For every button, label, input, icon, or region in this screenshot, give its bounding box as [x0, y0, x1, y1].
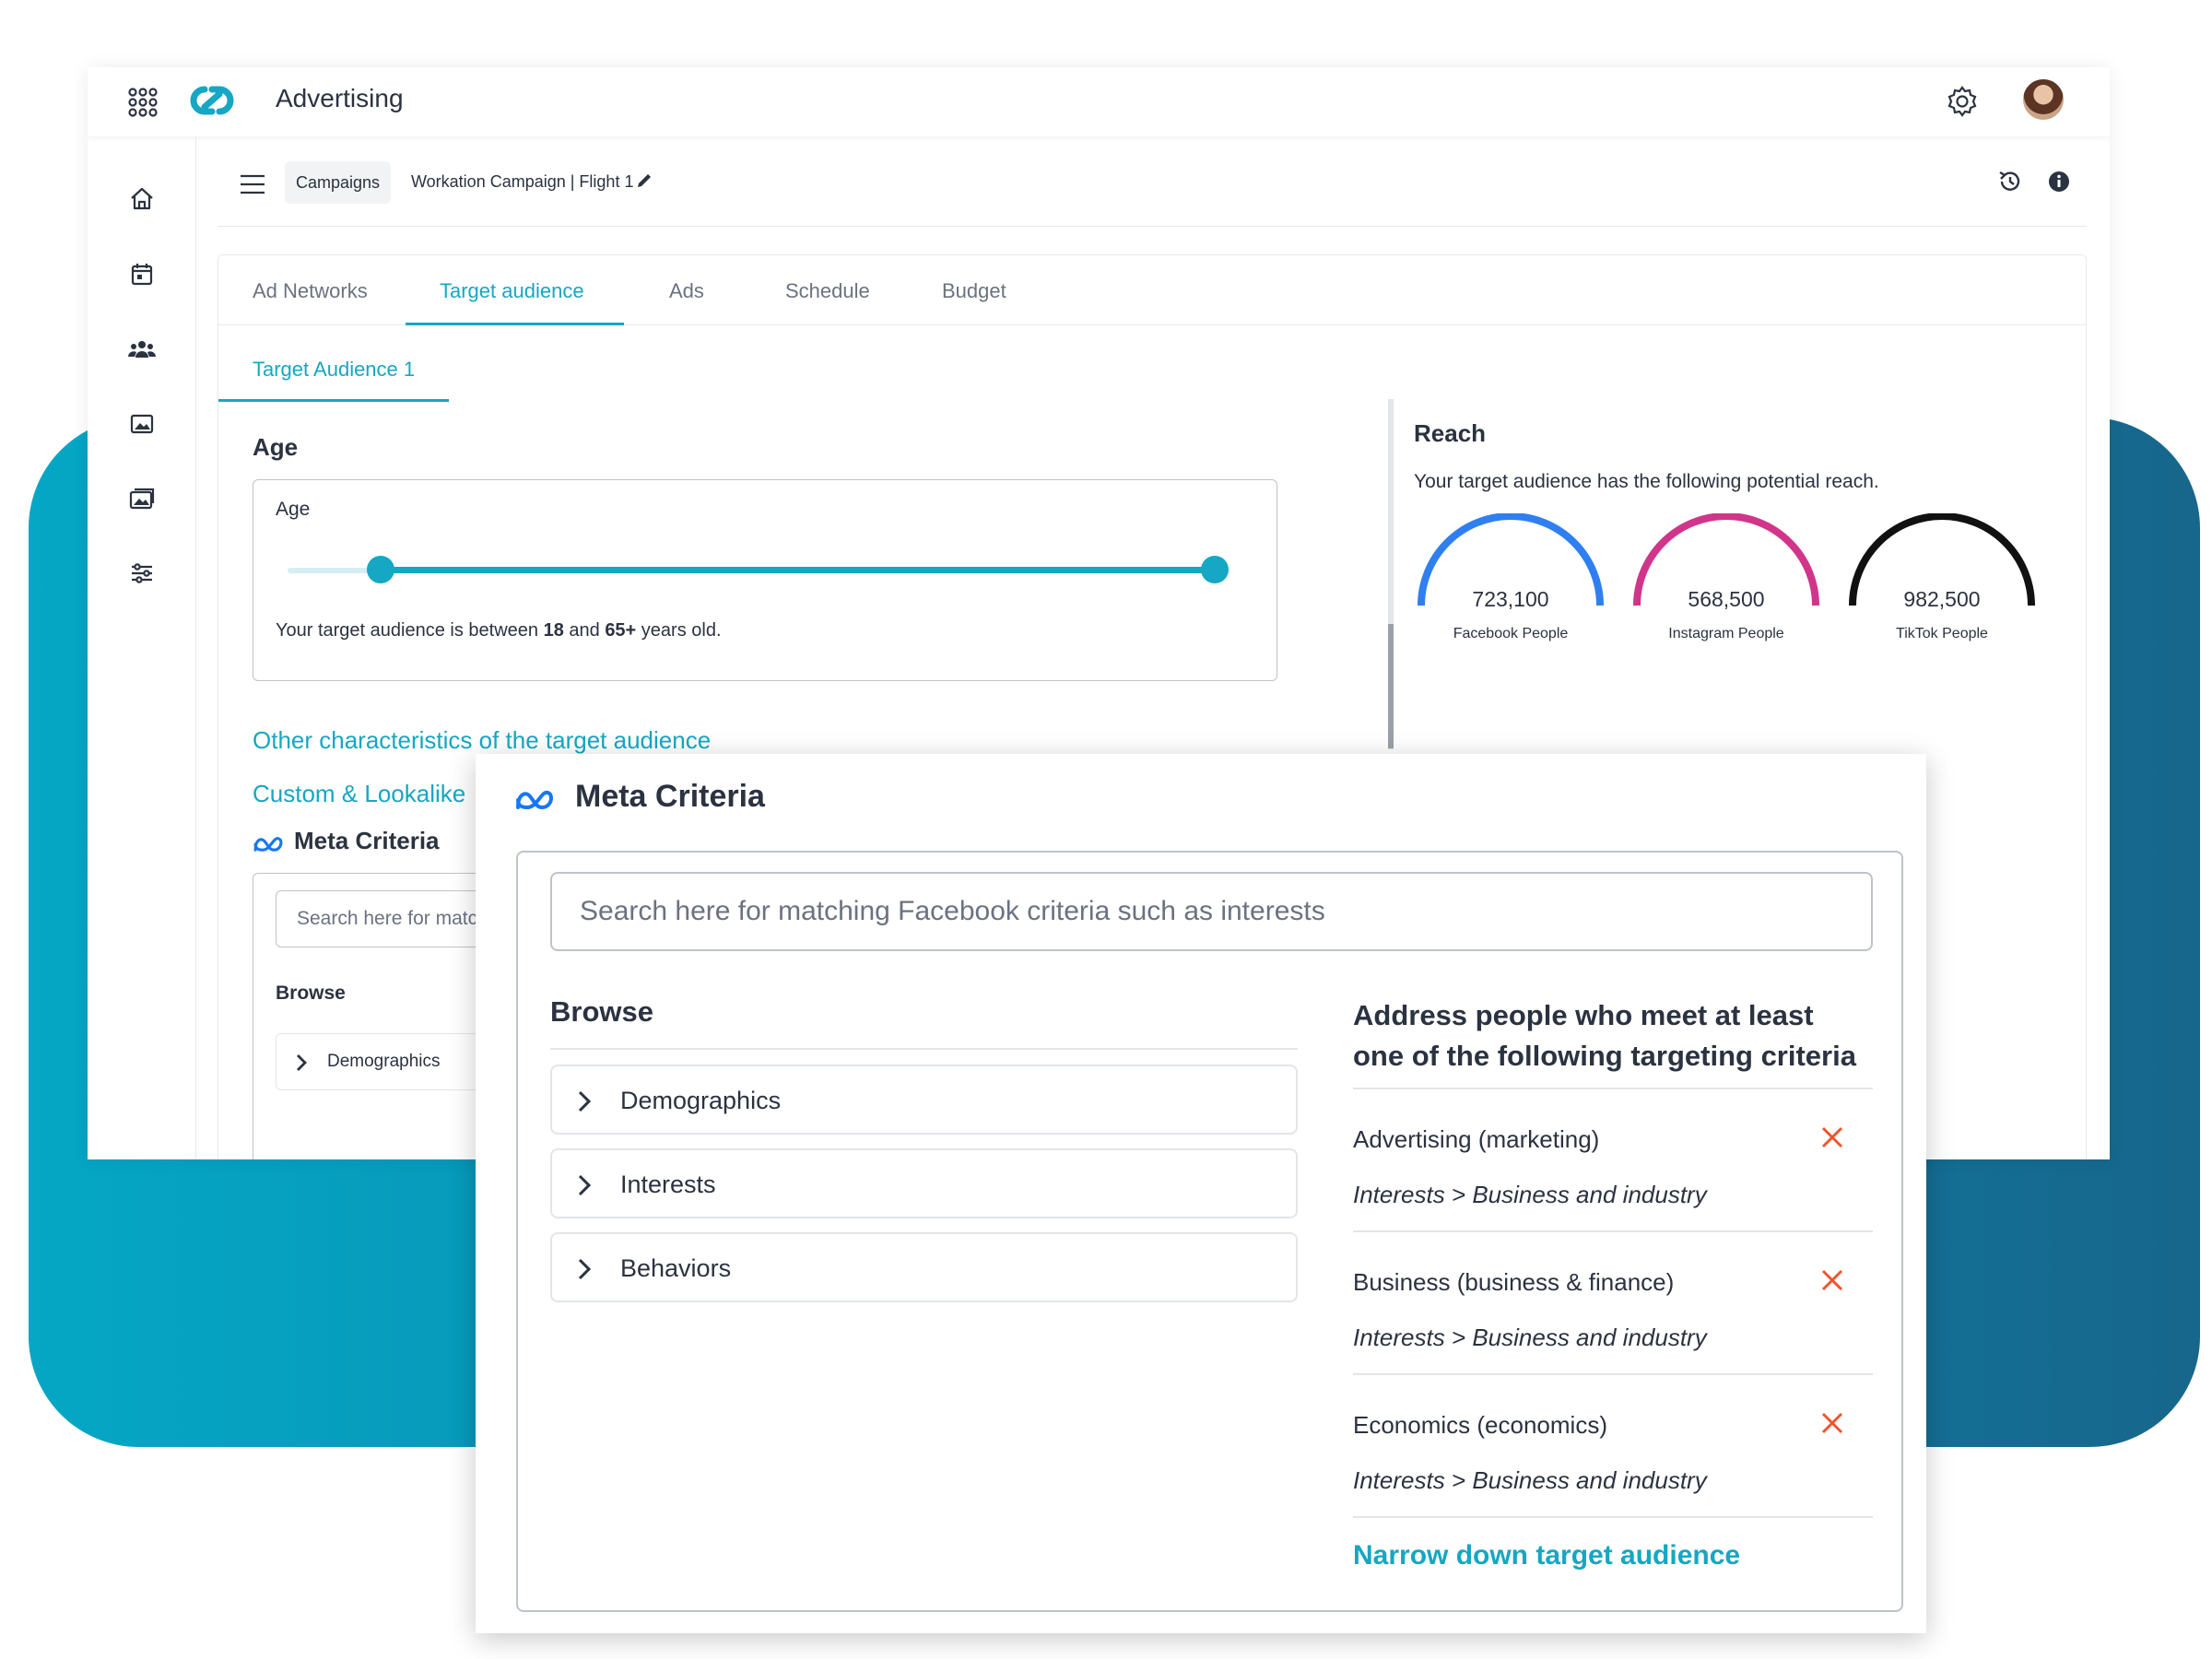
age-max-value: 65+	[605, 620, 637, 641]
chevron-right-icon	[297, 1054, 307, 1071]
gallery-icon[interactable]	[126, 483, 158, 514]
active-tab-indicator	[406, 323, 624, 325]
criterion-name: Business (business & finance)	[1353, 1268, 1675, 1296]
instagram-reach-label: Instagram People	[1668, 626, 1784, 641]
settings-sliders-icon[interactable]	[126, 558, 158, 589]
browse-item-interests[interactable]: Interests	[550, 1148, 1298, 1218]
brand-logo-icon[interactable]	[184, 82, 240, 119]
breadcrumb-divider	[218, 226, 2087, 227]
age-slider-min-handle[interactable]	[367, 556, 394, 583]
meta-criteria-panel-box: Search here for matching Facebook criter…	[516, 851, 1903, 1612]
browse-divider	[550, 1048, 1298, 1050]
meta-criteria-panel-title: Meta Criteria	[575, 779, 765, 814]
top-bar: Advertising	[88, 67, 2110, 136]
reach-description: Your target audience has the following p…	[1414, 471, 1879, 492]
browse-item-label: Demographics	[620, 1087, 782, 1114]
criterion-path: Interests > Business and industry	[1353, 1181, 1707, 1208]
age-description: Your target audience is between 18 and 6…	[276, 620, 722, 641]
narrow-down-audience-link[interactable]: Narrow down target audience	[1353, 1540, 1740, 1571]
panel-scrollbar-thumb[interactable]	[1388, 624, 1394, 748]
reach-title: Reach	[1414, 419, 1487, 447]
other-characteristics-link[interactable]: Other characteristics of the target audi…	[253, 726, 711, 755]
age-slider-max-handle[interactable]	[1201, 556, 1229, 583]
app-title: Advertising	[276, 84, 404, 112]
tab-bar: Ad Networks Target audience Ads Schedule…	[218, 255, 2086, 325]
tiktok-reach-label: TikTok People	[1896, 626, 1988, 641]
chevron-right-icon	[578, 1090, 592, 1112]
age-min-value: 18	[543, 620, 564, 641]
user-avatar[interactable]	[2023, 79, 2064, 120]
facebook-criteria-search-input[interactable]: Search here for matching Facebook criter…	[550, 872, 1873, 951]
chevron-right-icon	[578, 1258, 592, 1280]
age-box-label: Age	[276, 499, 311, 520]
facebook-reach-gauge: 723,100 Facebook People	[1414, 512, 1607, 652]
calendar-icon[interactable]	[126, 259, 158, 290]
targeting-criteria-title: Address people who meet at least one of …	[1353, 999, 1856, 1072]
age-box: Age Your target audience is between 18 a…	[253, 479, 1277, 681]
meta-criteria-panel: Meta Criteria Search here for matching F…	[476, 754, 1926, 1633]
tiktok-reach-value: 982,500	[1903, 587, 1981, 611]
breadcrumb-current: Workation Campaign | Flight 1	[411, 172, 634, 191]
remove-criterion-icon[interactable]	[1820, 1125, 1844, 1149]
meta-logo-icon	[516, 790, 554, 810]
gear-icon[interactable]	[1945, 84, 1980, 119]
age-section-title: Age	[253, 433, 299, 461]
instagram-reach-gauge: 568,500 Instagram People	[1630, 512, 1823, 652]
criterion-name: Economics (economics)	[1353, 1411, 1607, 1439]
menu-icon[interactable]	[239, 173, 266, 195]
app-grid-icon[interactable]	[126, 86, 159, 119]
remove-criterion-icon[interactable]	[1820, 1268, 1844, 1292]
browse-title: Browse	[276, 982, 346, 1004]
meta-logo-icon	[253, 837, 283, 852]
subtab-target-audience-1[interactable]: Target Audience 1	[253, 358, 415, 382]
criteria-divider	[1353, 1516, 1873, 1518]
sidebar	[88, 136, 196, 1159]
age-slider-range[interactable]	[380, 567, 1214, 573]
tiktok-reach-gauge: 982,500 TikTok People	[1845, 512, 2039, 652]
browse-item-demographics[interactable]: Demographics	[550, 1065, 1298, 1135]
facebook-reach-label: Facebook People	[1453, 626, 1569, 641]
tab-budget[interactable]: Budget	[942, 279, 1006, 303]
browse-item-label: Interests	[620, 1171, 716, 1198]
breadcrumb-campaigns[interactable]: Campaigns	[285, 161, 392, 204]
custom-lookalike-link[interactable]: Custom & Lookalike	[253, 780, 465, 808]
tab-schedule[interactable]: Schedule	[785, 279, 870, 303]
meta-criteria-title: Meta Criteria	[294, 827, 440, 854]
browse-item-label: Behaviors	[620, 1254, 732, 1282]
criterion-name: Advertising (marketing)	[1353, 1125, 1600, 1153]
browse-title: Browse	[550, 995, 653, 1028]
criterion-path: Interests > Business and industry	[1353, 1466, 1707, 1494]
media-folder-icon[interactable]	[126, 408, 158, 440]
criteria-divider	[1353, 1230, 1873, 1232]
criteria-divider	[1353, 1088, 1873, 1089]
facebook-reach-value: 723,100	[1472, 587, 1549, 611]
active-subtab-indicator	[218, 399, 449, 402]
criterion-path: Interests > Business and industry	[1353, 1324, 1707, 1351]
criteria-divider	[1353, 1373, 1873, 1375]
chevron-right-icon	[578, 1174, 592, 1196]
tab-ads[interactable]: Ads	[669, 279, 704, 303]
audience-icon[interactable]	[126, 334, 158, 365]
history-icon[interactable]	[1996, 168, 2024, 195]
remove-criterion-icon[interactable]	[1820, 1411, 1844, 1435]
info-icon[interactable]	[2047, 170, 2071, 194]
instagram-reach-value: 568,500	[1688, 587, 1765, 611]
home-icon[interactable]	[126, 183, 158, 215]
browse-item-label: Demographics	[327, 1052, 441, 1071]
pencil-icon[interactable]	[635, 171, 653, 190]
age-slider-rail	[288, 568, 380, 573]
tab-ad-networks[interactable]: Ad Networks	[253, 279, 368, 303]
browse-item-behaviors[interactable]: Behaviors	[550, 1232, 1298, 1302]
tab-target-audience[interactable]: Target audience	[440, 279, 584, 303]
